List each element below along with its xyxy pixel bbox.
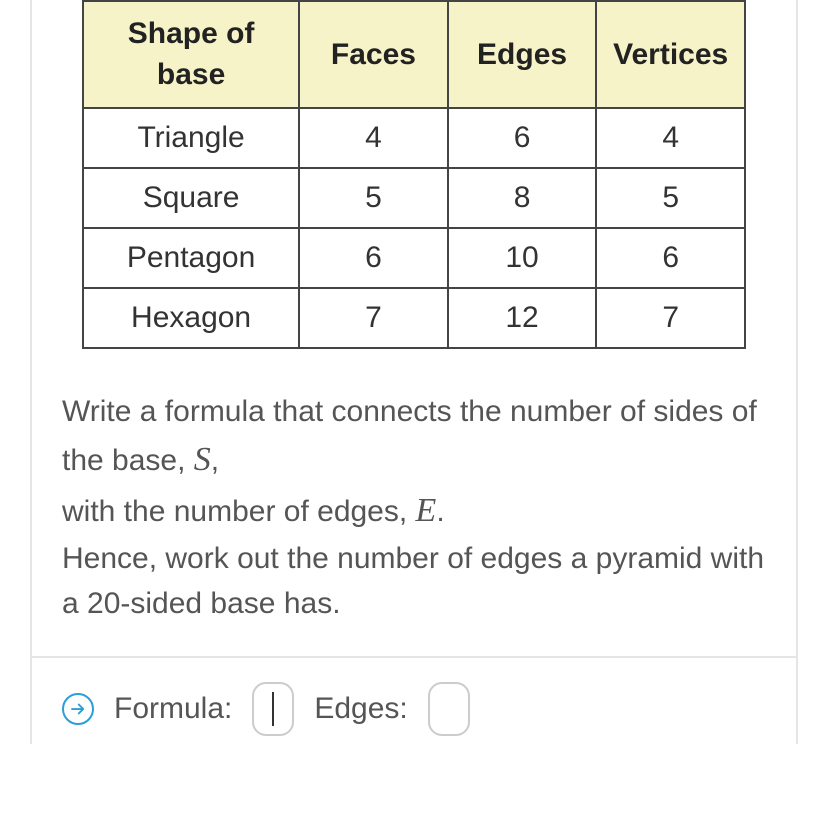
cell-faces: 6 — [299, 228, 448, 288]
header-edges: Edges — [448, 1, 597, 108]
question-line3: Hence, work out the number of edges a py… — [62, 542, 764, 620]
cell-shape: Square — [83, 168, 299, 228]
formula-label: Formula: — [114, 692, 232, 726]
arrow-right-circle-icon[interactable] — [62, 693, 94, 725]
pyramid-table: Shape of base Faces Edges Vertices Trian… — [82, 0, 746, 349]
cell-vertices: 6 — [596, 228, 745, 288]
cell-edges: 12 — [448, 288, 597, 348]
cell-shape: Hexagon — [83, 288, 299, 348]
answer-row: Formula: Edges: — [52, 658, 776, 744]
formula-input[interactable] — [252, 682, 294, 736]
edges-label: Edges: — [314, 692, 407, 726]
table-row: Pentagon 6 10 6 — [83, 228, 745, 288]
question-line2a: with the number of edges, — [62, 495, 416, 528]
variable-s: S — [194, 441, 211, 478]
table-row: Triangle 4 6 4 — [83, 108, 745, 168]
cell-vertices: 4 — [596, 108, 745, 168]
cell-vertices: 7 — [596, 288, 745, 348]
table-wrap: Shape of base Faces Edges Vertices Trian… — [52, 0, 776, 379]
cell-faces: 4 — [299, 108, 448, 168]
cell-faces: 5 — [299, 168, 448, 228]
question-container: Shape of base Faces Edges Vertices Trian… — [30, 0, 798, 744]
variable-e: E — [416, 492, 437, 529]
edges-input[interactable] — [428, 682, 470, 736]
question-line1b: , — [211, 444, 219, 477]
header-faces: Faces — [299, 1, 448, 108]
question-line2b: . — [436, 495, 444, 528]
cell-shape: Pentagon — [83, 228, 299, 288]
cell-edges: 8 — [448, 168, 597, 228]
table-row: Square 5 8 5 — [83, 168, 745, 228]
cell-faces: 7 — [299, 288, 448, 348]
table-header-row: Shape of base Faces Edges Vertices — [83, 1, 745, 108]
cell-edges: 10 — [448, 228, 597, 288]
cell-shape: Triangle — [83, 108, 299, 168]
table-row: Hexagon 7 12 7 — [83, 288, 745, 348]
header-vertices: Vertices — [596, 1, 745, 108]
header-shape: Shape of base — [83, 1, 299, 108]
question-line1a: Write a formula that connects the number… — [62, 395, 757, 477]
cell-edges: 6 — [448, 108, 597, 168]
question-text: Write a formula that connects the number… — [52, 379, 776, 656]
cell-vertices: 5 — [596, 168, 745, 228]
